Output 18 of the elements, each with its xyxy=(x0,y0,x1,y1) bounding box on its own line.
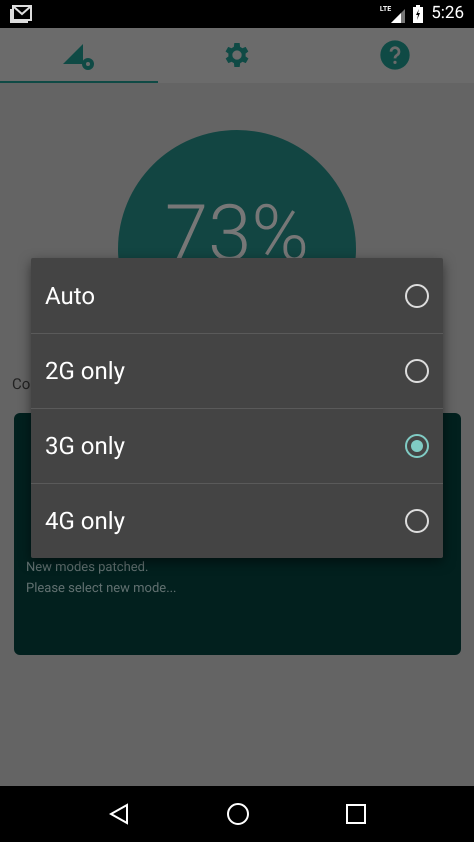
signal-icon xyxy=(391,6,406,22)
log-line: New modes patched. xyxy=(26,559,148,577)
mode-option[interactable]: 4G only xyxy=(31,483,443,558)
radio-button[interactable] xyxy=(405,509,429,533)
radio-button[interactable] xyxy=(405,284,429,308)
help-icon xyxy=(379,38,411,70)
clock-time: 5:26 xyxy=(431,2,464,26)
mail-icon xyxy=(10,5,32,23)
battery-charging-icon xyxy=(413,5,424,23)
home-icon[interactable] xyxy=(226,802,250,826)
mode-option[interactable]: 3G only xyxy=(31,408,443,483)
log-line: Please select new mode... xyxy=(26,580,176,598)
radio-button[interactable] xyxy=(405,434,429,458)
radio-button[interactable] xyxy=(405,359,429,383)
status-label: Co xyxy=(12,374,30,395)
back-icon[interactable] xyxy=(108,803,130,825)
mode-option[interactable]: 2G only xyxy=(31,333,443,408)
recents-icon[interactable] xyxy=(346,804,366,824)
